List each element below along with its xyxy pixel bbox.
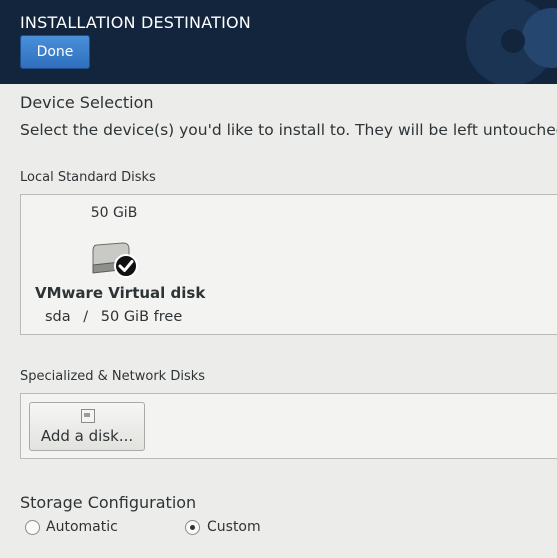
disk-size: 50 GiB bbox=[90, 205, 138, 221]
device-selection-title: Device Selection bbox=[20, 93, 154, 112]
disk-separator: / bbox=[83, 309, 89, 325]
disk-free: 50 GiB free bbox=[100, 309, 183, 325]
storage-configuration-title: Storage Configuration bbox=[20, 493, 197, 512]
disk-name: VMware Virtual disk bbox=[35, 284, 206, 302]
automatic-label[interactable]: Automatic bbox=[46, 519, 118, 535]
page-title: INSTALLATION DESTINATION bbox=[20, 13, 251, 32]
network-disks-panel: Add a disk... bbox=[20, 393, 557, 459]
fedora-logo-icon bbox=[466, 0, 557, 84]
hard-disk-selected-icon bbox=[92, 242, 138, 278]
disk-device: sda bbox=[45, 309, 71, 325]
done-button[interactable]: Done bbox=[20, 35, 90, 69]
disk-item-sda[interactable]: 50 GiB VMware Virtual disk sda / 50 GiB … bbox=[21, 195, 211, 334]
custom-radio[interactable] bbox=[185, 520, 200, 535]
disk-detail: sda / 50 GiB free bbox=[45, 309, 182, 325]
add-disk-label: Add a disk... bbox=[40, 427, 134, 445]
custom-label[interactable]: Custom bbox=[207, 519, 261, 535]
network-disks-title: Specialized & Network Disks bbox=[20, 369, 206, 384]
add-disk-icon bbox=[81, 409, 95, 423]
local-disks-title: Local Standard Disks bbox=[20, 170, 156, 185]
local-disks-panel: 50 GiB VMware Virtual disk sda / 50 GiB … bbox=[20, 194, 557, 335]
header-bar: INSTALLATION DESTINATION Done bbox=[0, 0, 557, 84]
add-disk-button[interactable]: Add a disk... bbox=[29, 402, 145, 451]
device-selection-description: Select the device(s) you'd like to insta… bbox=[20, 121, 557, 139]
automatic-radio[interactable] bbox=[25, 520, 40, 535]
